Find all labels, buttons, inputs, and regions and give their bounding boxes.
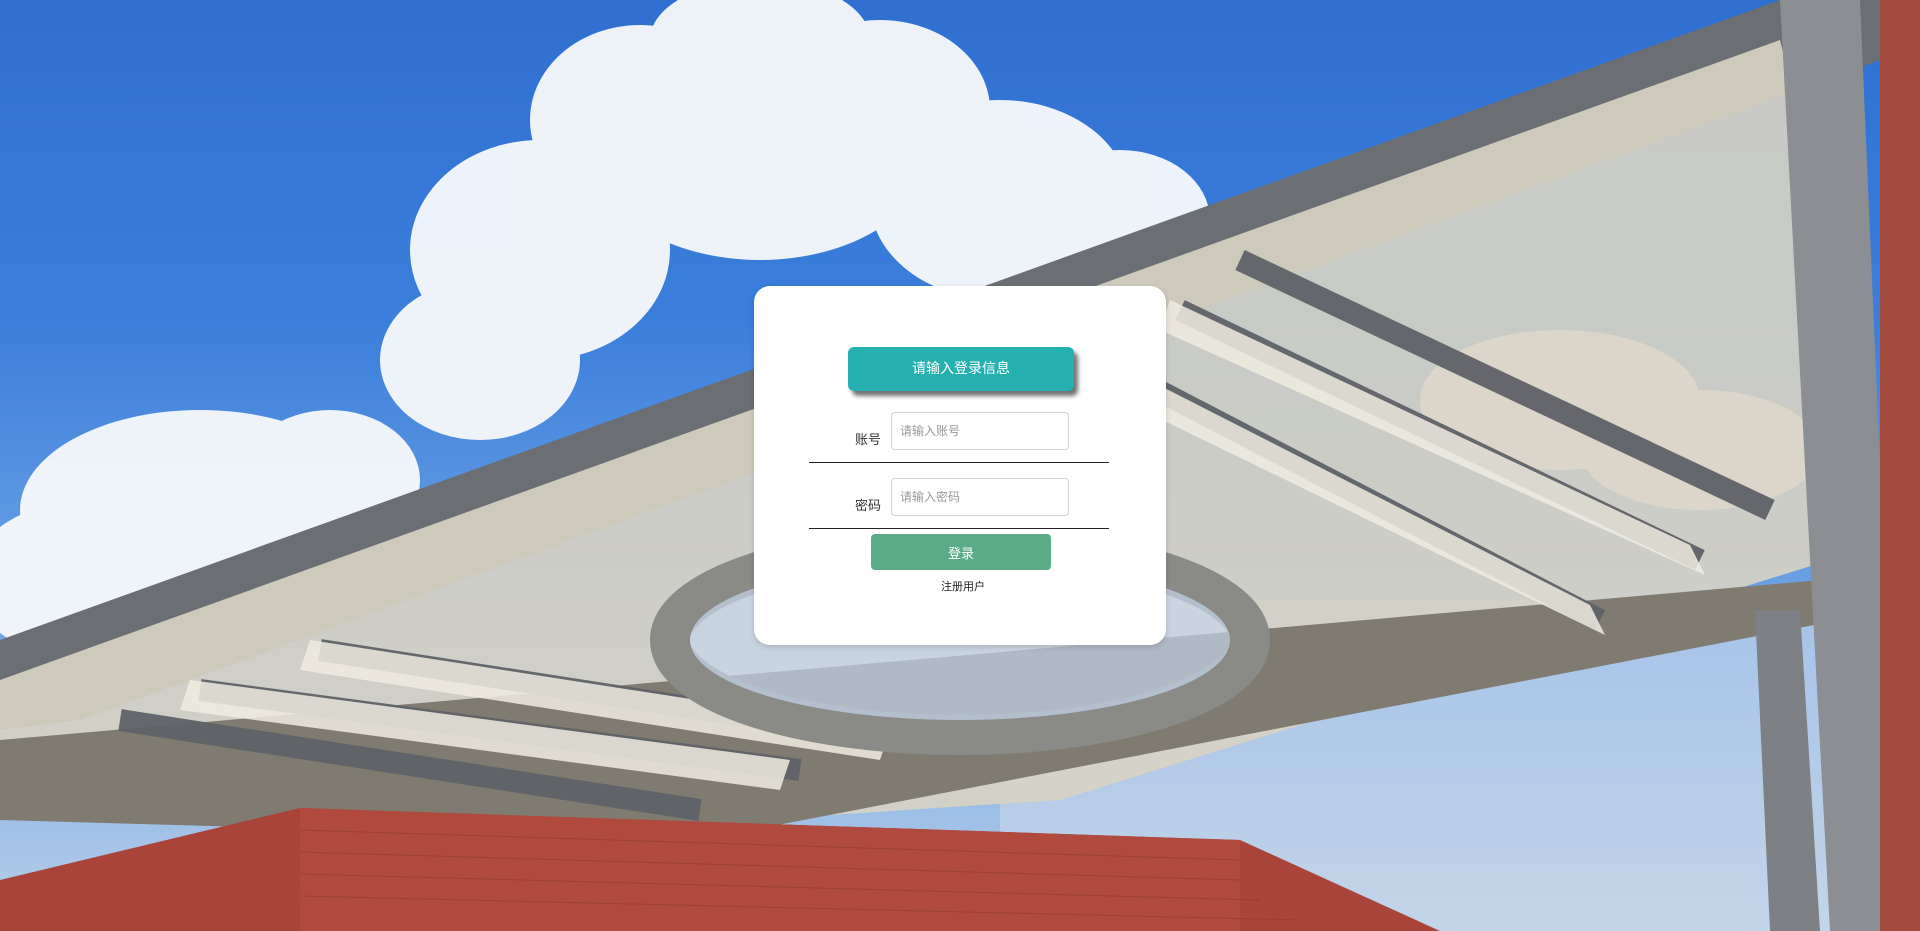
password-label: 密码 [855,499,882,514]
login-button[interactable]: 登录 [871,534,1051,570]
password-input[interactable] [891,478,1069,516]
login-card: 请输入登录信息 账号 密码 登录 注册用户 [754,286,1166,645]
account-input[interactable] [891,412,1069,450]
register-user-link[interactable]: 注册用户 [908,578,1018,594]
account-label: 账号 [855,433,882,448]
password-row: 密码 [809,478,1109,529]
account-row: 账号 [809,412,1109,463]
login-title-banner: 请输入登录信息 [848,347,1074,391]
